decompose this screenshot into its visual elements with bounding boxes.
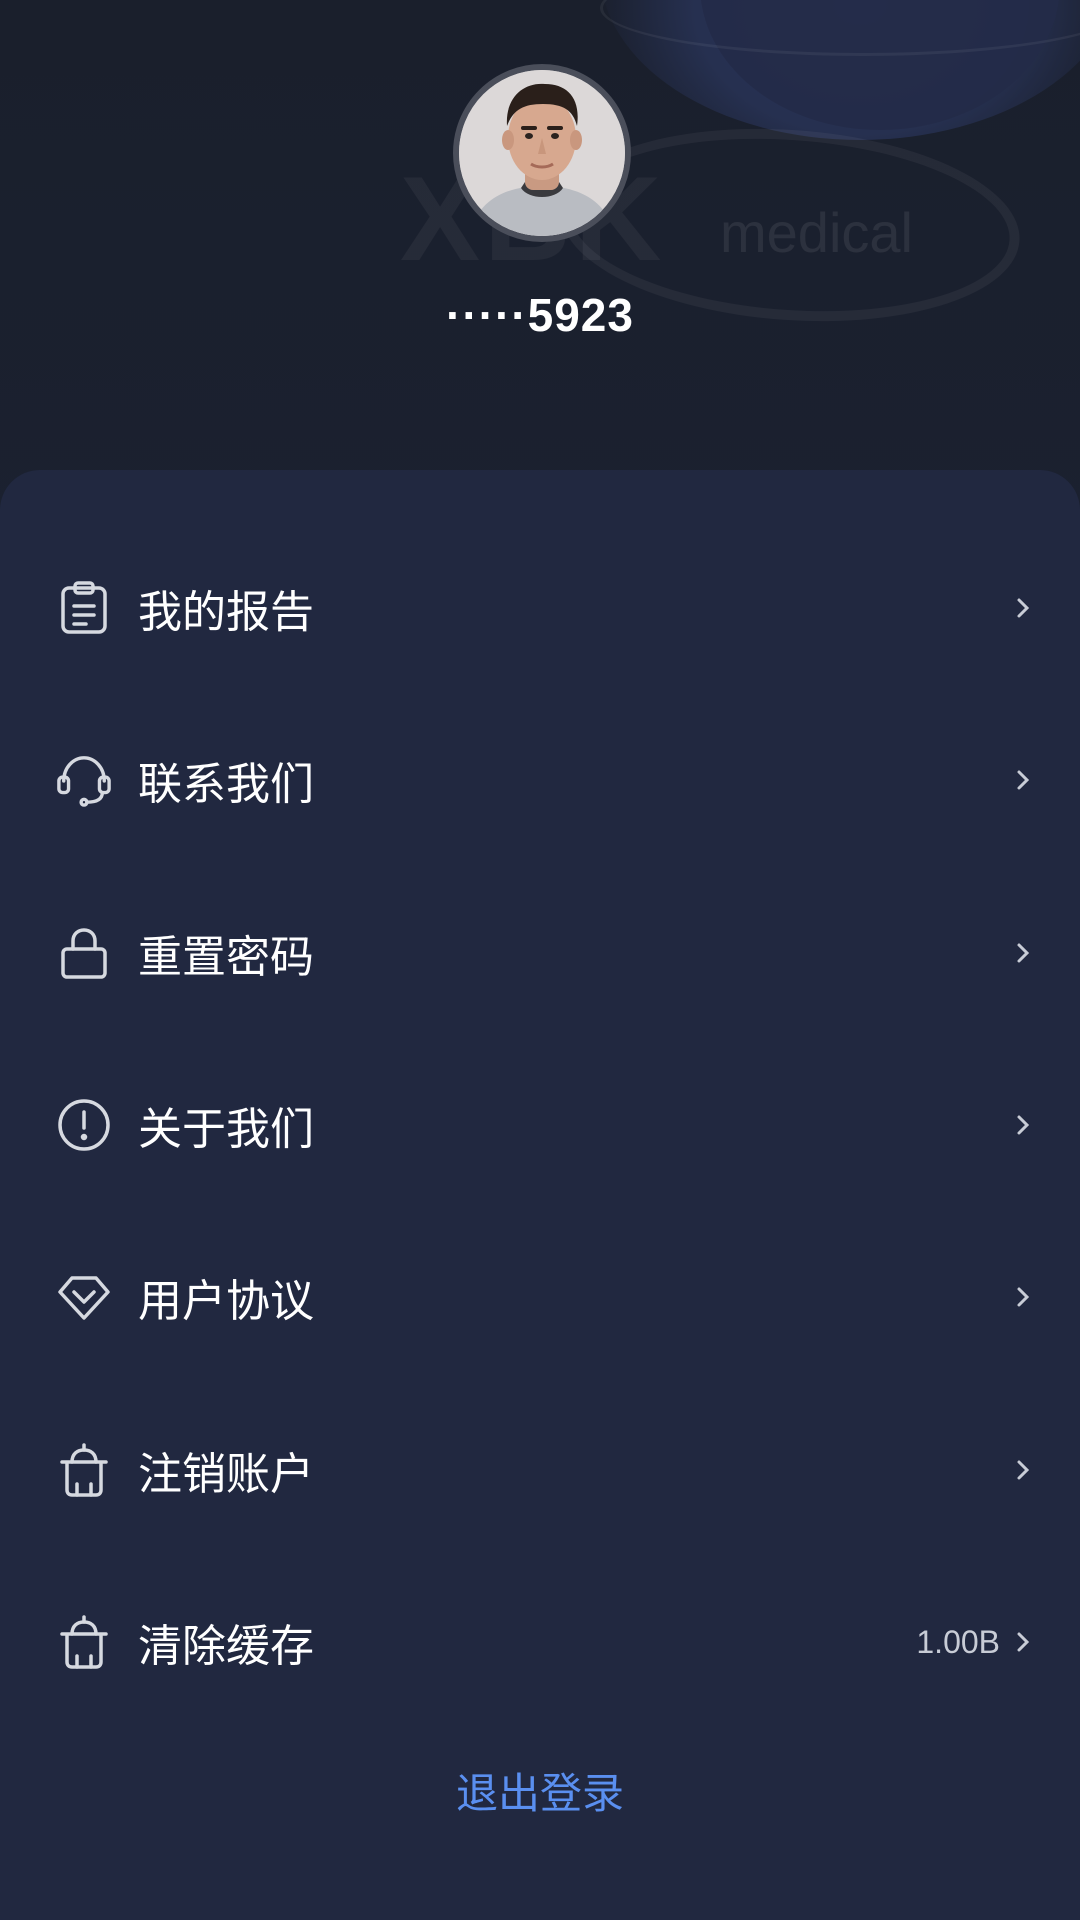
menu-item-label: 用户协议	[138, 1276, 314, 1327]
menu-item-label: 清除缓存	[138, 1621, 314, 1672]
lock-icon	[56, 925, 112, 981]
diamond-icon	[56, 1269, 112, 1325]
avatar[interactable]	[453, 64, 631, 242]
menu-item-user-agreement[interactable]: 用户协议	[0, 1232, 1080, 1362]
menu-item-reset-password[interactable]: 重置密码	[0, 888, 1080, 1018]
chevron-right-icon	[1010, 765, 1036, 795]
profile-screen: XBK medical ·····5923	[0, 0, 1080, 1920]
menu-item-about-us[interactable]: 关于我们	[0, 1060, 1080, 1190]
chevron-right-icon	[1010, 1627, 1036, 1657]
menu-item-label: 联系我们	[138, 759, 314, 810]
username: ·····5923	[446, 289, 634, 341]
menu-item-my-reports[interactable]: 我的报告	[0, 543, 1080, 673]
chevron-right-icon	[1010, 938, 1036, 968]
chevron-right-icon	[1010, 593, 1036, 623]
chevron-right-icon	[1010, 1282, 1036, 1312]
menu-item-delete-account[interactable]: 注销账户	[0, 1405, 1080, 1535]
info-circle-icon	[56, 1097, 112, 1153]
menu-item-label: 我的报告	[138, 587, 314, 638]
logout-button[interactable]: 退出登录	[0, 1760, 1080, 1821]
clipboard-icon	[56, 580, 112, 636]
brand-watermark-sub: medical	[720, 201, 913, 264]
chevron-right-icon	[1010, 1455, 1036, 1485]
trash-icon	[56, 1614, 112, 1670]
menu-item-label: 关于我们	[138, 1104, 314, 1155]
cache-size-value: 1.00B	[916, 1623, 1000, 1660]
trash-icon	[56, 1442, 112, 1498]
headset-icon	[56, 752, 112, 808]
menu-item-contact-us[interactable]: 联系我们	[0, 715, 1080, 845]
chevron-right-icon	[1010, 1110, 1036, 1140]
menu-item-label: 重置密码	[138, 932, 314, 983]
menu-item-label: 注销账户	[138, 1449, 314, 1500]
menu-item-clear-cache[interactable]: 清除缓存 1.00B	[0, 1577, 1080, 1707]
user-avatar-photo-icon	[459, 70, 625, 236]
